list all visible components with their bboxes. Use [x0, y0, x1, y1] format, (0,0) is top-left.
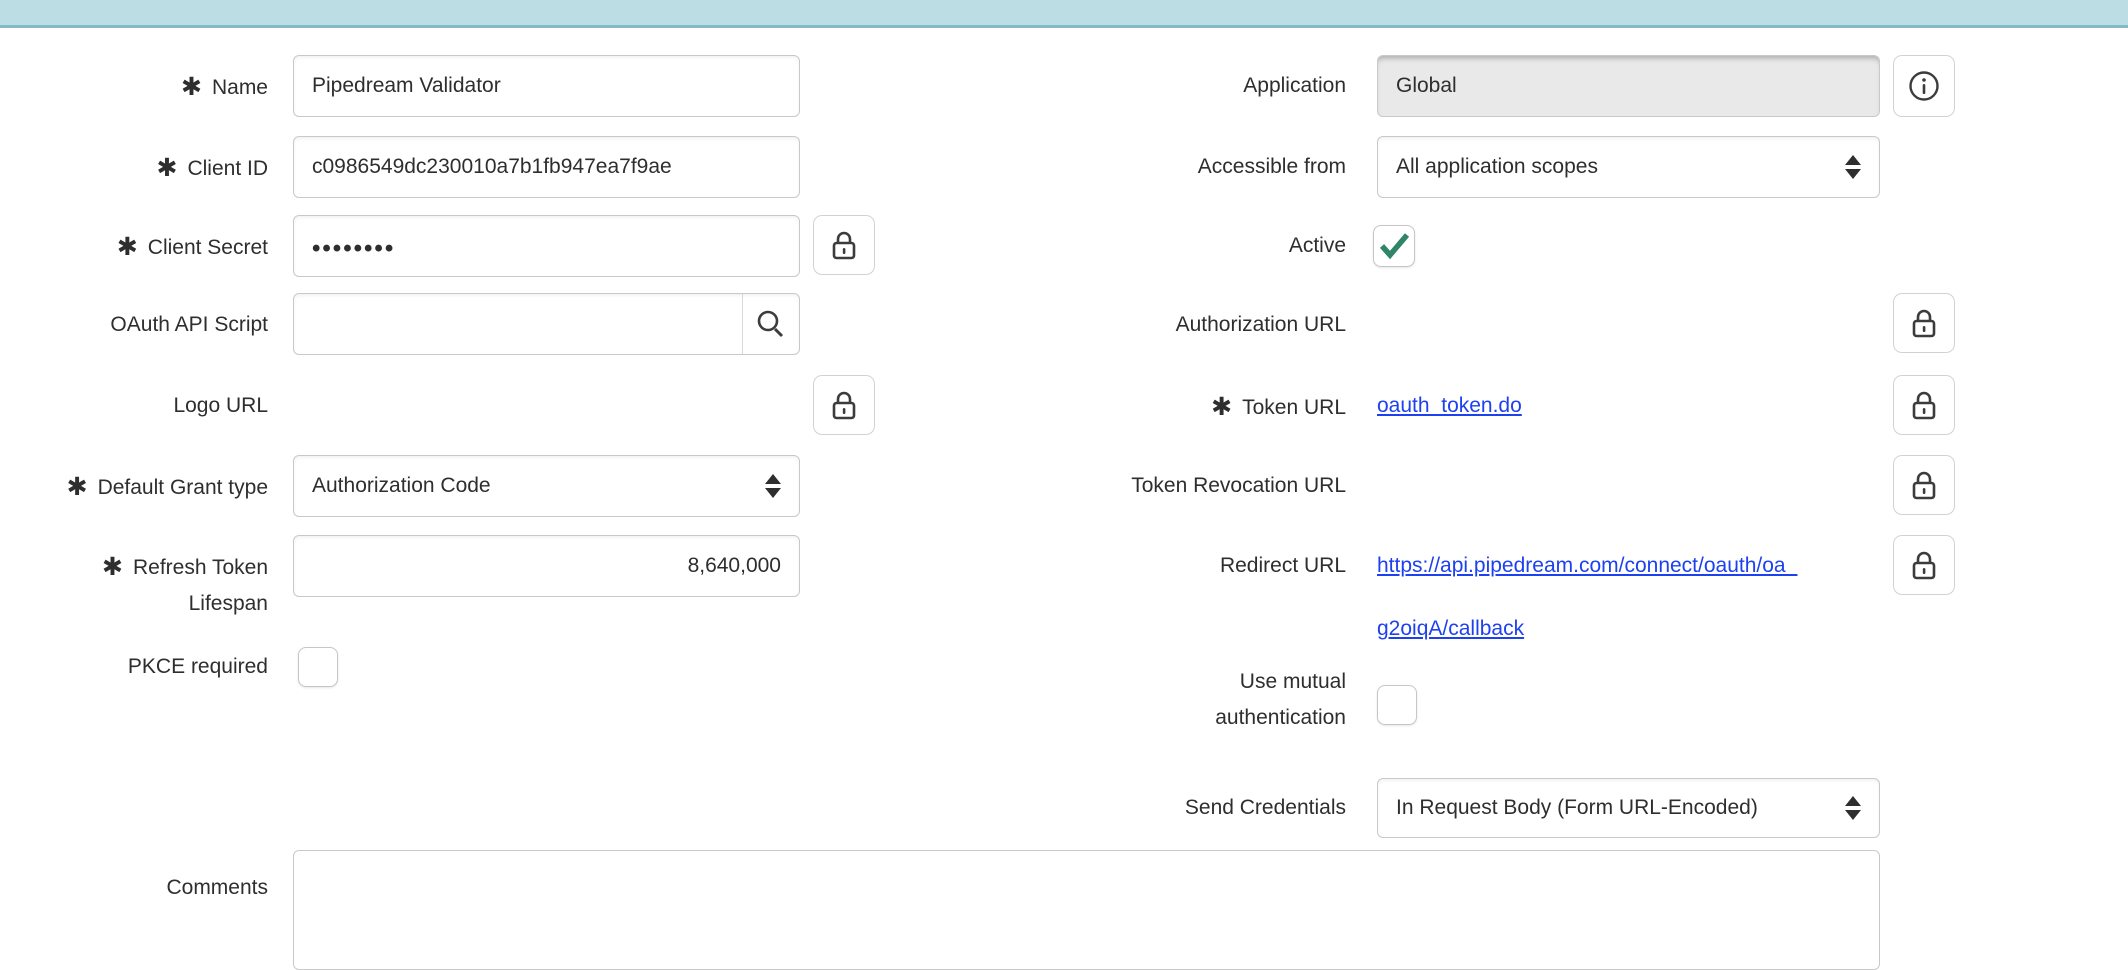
select-arrows-icon — [765, 474, 781, 498]
comments-label: Comments — [0, 870, 268, 906]
info-icon — [1907, 69, 1941, 103]
oauth-api-script-label: OAuth API Script — [0, 307, 268, 343]
token-revocation-url-lock-button[interactable] — [1893, 455, 1955, 515]
select-arrows-icon — [1845, 155, 1861, 179]
client-secret-lock-button[interactable] — [813, 215, 875, 275]
use-mutual-authentication-label: Use mutual authentication — [1000, 664, 1346, 736]
lock-icon — [1909, 549, 1939, 581]
client-id-input[interactable] — [293, 136, 800, 198]
search-icon — [755, 308, 787, 340]
comments-textarea[interactable] — [293, 850, 1880, 970]
lock-icon — [1909, 389, 1939, 421]
required-asterisk-icon: ✱ — [1211, 389, 1232, 425]
logo-url-label: Logo URL — [0, 388, 268, 424]
name-input[interactable] — [293, 55, 800, 117]
pkce-required-checkbox[interactable] — [298, 647, 338, 687]
token-url-lock-button[interactable] — [1893, 375, 1955, 435]
oauth-api-script-reference-field[interactable] — [293, 293, 800, 355]
required-asterisk-icon: ✱ — [117, 229, 138, 265]
default-grant-type-label: ✱Default Grant type — [0, 468, 268, 506]
active-label: Active — [1000, 228, 1346, 264]
client-secret-input[interactable] — [293, 215, 800, 277]
application-info-button[interactable] — [1893, 55, 1955, 117]
required-asterisk-icon: ✱ — [67, 469, 88, 505]
application-label: Application — [1000, 68, 1346, 104]
logo-url-lock-button[interactable] — [813, 375, 875, 435]
checkmark-icon — [1377, 231, 1411, 261]
refresh-token-lifespan-label: ✱Refresh Token Lifespan — [0, 548, 268, 622]
redirect-url-label: Redirect URL — [1000, 548, 1346, 584]
use-mutual-authentication-checkbox[interactable] — [1377, 685, 1417, 725]
required-asterisk-icon: ✱ — [181, 69, 202, 105]
name-label: ✱Name — [0, 68, 268, 106]
token-url-link[interactable]: oauth_token.do — [1377, 390, 1522, 422]
select-arrows-icon — [1845, 796, 1861, 820]
lock-icon — [829, 389, 859, 421]
send-credentials-select[interactable]: In Request Body (Form URL-Encoded) — [1377, 778, 1880, 838]
active-checkbox[interactable] — [1373, 225, 1415, 267]
token-url-label: ✱Token URL — [1000, 388, 1346, 426]
lock-icon — [829, 229, 859, 261]
authorization-url-lock-button[interactable] — [1893, 293, 1955, 353]
required-asterisk-icon: ✱ — [157, 150, 178, 186]
pkce-required-label: PKCE required — [0, 649, 268, 685]
client-id-label: ✱Client ID — [0, 149, 268, 187]
refresh-token-lifespan-input[interactable] — [293, 535, 800, 597]
redirect-url-link-line2[interactable]: g2oiqA/callback — [1377, 613, 1524, 645]
send-credentials-label: Send Credentials — [1000, 790, 1346, 826]
client-secret-label: ✱Client Secret — [0, 228, 268, 266]
application-readonly-field: Global — [1377, 55, 1880, 117]
required-asterisk-icon: ✱ — [102, 549, 123, 585]
redirect-url-lock-button[interactable] — [1893, 535, 1955, 595]
header-bar — [0, 0, 2128, 28]
authorization-url-label: Authorization URL — [1000, 307, 1346, 343]
redirect-url-link[interactable]: https://api.pipedream.com/connect/oauth/… — [1377, 550, 1797, 582]
lock-icon — [1909, 307, 1939, 339]
reference-lookup-button[interactable] — [742, 294, 799, 354]
accessible-from-select[interactable]: All application scopes — [1377, 136, 1880, 198]
default-grant-type-select[interactable]: Authorization Code — [293, 455, 800, 517]
accessible-from-label: Accessible from — [1000, 149, 1346, 185]
lock-icon — [1909, 469, 1939, 501]
token-revocation-url-label: Token Revocation URL — [1000, 468, 1346, 504]
oauth-application-form: { "required_marker": "✱", "colors": { "t… — [0, 0, 2128, 948]
